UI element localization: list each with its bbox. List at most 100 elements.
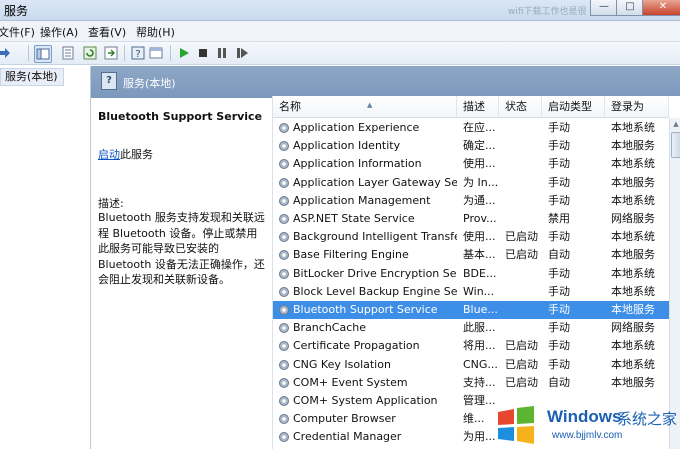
gear-icon [279,123,289,133]
row-log-on-as: 本地服务 [611,303,655,316]
help-icon[interactable]: ? [130,45,146,61]
row-log-on-as: 本地系统 [611,357,655,371]
menu-view[interactable]: 查看(V) [88,24,126,40]
row-description: Blue... [463,303,498,316]
scroll-thumb[interactable] [671,132,680,158]
service-row[interactable]: COM+ Event System 支持... 已启动 自动 本地服务 [273,374,669,392]
row-description: 此服... [463,321,496,335]
service-row[interactable]: Background Intelligent Transfe... 使用... 已启… [273,228,669,246]
column-header-startup-type[interactable]: 启动类型 [542,96,605,118]
row-description: Prov... [463,212,497,225]
service-row[interactable]: Block Level Backup Engine Ser... Win... 手动… [273,283,669,301]
watermark: Windows 系统之家 www.bjjmlv.com [492,398,680,449]
row-startup-type: 禁用 [548,212,570,225]
forward-arrow-icon[interactable] [0,45,12,61]
gear-icon [279,377,289,388]
stop-icon[interactable] [195,45,211,61]
refresh-icon[interactable] [82,45,98,61]
row-name: COM+ System Application [293,394,438,407]
gear-icon [279,177,289,188]
play-icon[interactable] [176,45,192,61]
row-log-on-as: 本地系统 [611,339,655,353]
column-header-name[interactable]: ▲ 名称 [273,96,457,118]
pause-icon[interactable] [214,45,230,61]
row-description: 将用... [463,339,496,353]
column-header-status[interactable]: 状态 [499,96,542,118]
close-button[interactable]: ✕ [642,0,680,16]
service-row[interactable]: Base Filtering Engine 基本... 已启动 自动 本地服务 [273,246,669,264]
toolbar-separator [28,45,29,61]
start-service-link[interactable]: 启动 [98,148,120,161]
service-row[interactable]: BitLocker Drive Encryption Ser... BDE... 手… [273,265,669,283]
gear-icon [279,396,289,406]
gear-icon [279,432,289,443]
service-row[interactable]: Application Experience 在应... 手动 本地系统 [273,119,669,137]
row-name: ASP.NET State Service [293,212,415,225]
description-text: Bluetooth 服务支持发现和关联远程 Bluetooth 设备。停止或禁用… [98,211,265,287]
start-service-line: 启动此服务 [98,146,153,162]
maximize-button[interactable]: □ [616,0,644,16]
row-status: 已启动 [505,339,538,353]
row-name: Application Identity [293,139,401,153]
row-name: Application Experience [293,121,420,134]
gear-icon [279,159,289,170]
row-description: 使用... [463,230,496,244]
service-row[interactable]: BranchCache 此服... 手动 网络服务 [273,319,669,337]
row-log-on-as: 本地系统 [611,157,655,171]
toolbar-separator [124,45,125,61]
services-pane: ? 服务(本地) Bluetooth Support Service 启动此服务… [91,66,680,449]
row-status: 已启动 [505,375,538,389]
row-startup-type: 手动 [548,139,570,153]
gear-icon [279,141,289,152]
row-startup-type: 手动 [548,157,570,171]
watermark-url: www.bjjmlv.com [552,430,623,441]
gear-icon [279,414,289,425]
minimize-button[interactable]: — [590,0,618,16]
menu-file[interactable]: 文件(F) [0,24,35,40]
row-name: Block Level Backup Engine Ser... [293,284,457,298]
tree-item-services-local[interactable]: 服务(本地) [0,68,64,86]
row-log-on-as: 网络服务 [611,212,655,225]
scroll-up-arrow-icon[interactable]: ▲ [670,118,680,130]
row-name: Base Filtering Engine [293,248,409,262]
row-name: Background Intelligent Transfe... [293,230,457,244]
row-status: 已启动 [505,248,538,262]
column-header-label: 名称 [279,100,301,113]
column-header-log-on-as[interactable]: 登录为 [605,96,669,118]
export-list-icon[interactable] [60,45,76,61]
service-row[interactable]: Application Layer Gateway Ser... 为 In... 手… [273,174,669,192]
service-row[interactable]: CNG Key Isolation CNG... 已启动 手动 本地系统 [273,356,669,374]
menu-action[interactable]: 操作(A) [40,24,78,40]
service-row[interactable]: Bluetooth Support Service Blue... 手动 本地服务 [273,301,669,319]
service-row[interactable]: ASP.NET State Service Prov... 禁用 网络服务 [273,210,669,228]
service-row[interactable]: Application Management 为通... 手动 本地系统 [273,192,669,210]
row-name: Certificate Propagation [293,339,420,353]
gear-icon [279,195,289,206]
row-startup-type: 自动 [548,248,570,262]
service-row[interactable]: Application Information 使用... 手动 本地系统 [273,155,669,173]
row-log-on-as: 网络服务 [611,321,655,335]
menu-help[interactable]: 帮助(H) [136,24,175,40]
gear-icon [279,232,289,243]
description-panel: Bluetooth Support Service 启动此服务 描述: Blue… [91,98,271,449]
service-row[interactable]: Certificate Propagation 将用... 已启动 手动 本地系统 [273,337,669,355]
services-icon: ? [101,72,117,90]
restart-icon[interactable] [234,45,250,61]
row-name: CNG Key Isolation [293,357,391,371]
row-startup-type: 自动 [548,375,570,389]
gear-icon [279,305,289,315]
service-row[interactable]: Application Identity 确定... 手动 本地服务 [273,137,669,155]
row-startup-type: 手动 [548,303,570,316]
svg-text:?: ? [135,49,140,60]
row-description: 基本... [463,248,496,262]
properties-icon[interactable] [148,45,164,61]
export-icon[interactable] [103,45,119,61]
row-name: BranchCache [293,321,367,335]
row-startup-type: 手动 [548,121,570,134]
column-header-description[interactable]: 描述 [457,96,499,118]
console-tree-icon[interactable] [34,45,52,63]
pane-header: ? 服务(本地) [91,66,680,98]
windows-logo-icon [498,406,534,444]
row-startup-type: 手动 [548,266,570,280]
row-startup-type: 手动 [548,193,570,207]
